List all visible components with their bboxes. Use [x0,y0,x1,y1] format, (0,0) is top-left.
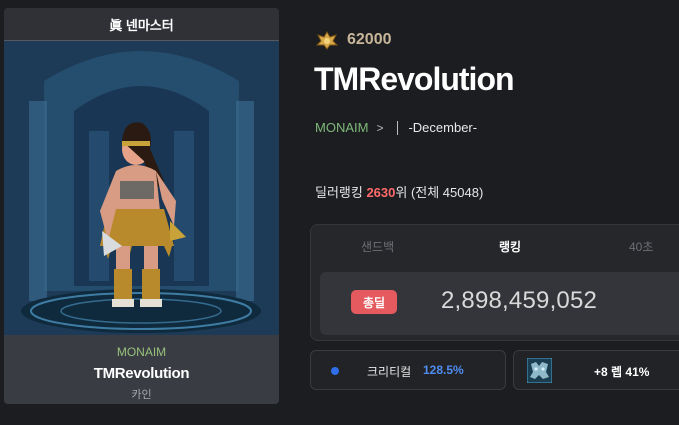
character-card: 眞 넨마스터 MONAIM TMRevolution 카인 [4,8,279,404]
total-damage-value: 2,898,459,052 [441,287,598,314]
item-chip[interactable]: +8 렙 41% [513,350,679,390]
fame-value: 62000 [347,31,392,48]
item-portrait-icon [527,358,552,383]
character-name: TMRevolution [314,61,515,97]
rank-number: 2630 [366,185,396,200]
rank-suffix: 위 (전체 45048) [395,185,484,200]
ranking-tabs: 샌드백 랭킹 40초 [311,225,679,265]
guild-adventure-row: MONAIM > -December- [315,120,477,135]
adventure-name: -December- [408,120,478,135]
tab-ranking[interactable]: 랭킹 [499,238,521,255]
tab-40s[interactable]: 40초 [629,238,653,255]
character-artwork [4,41,279,335]
card-server: 카인 [131,389,152,401]
tab-sandbag[interactable]: 샌드백 [361,238,394,255]
ranking-panel: 샌드백 랭킹 40초 총딜 2,898,459,052 [310,224,679,341]
critical-value: 128.5% [423,363,464,377]
chevron-right-icon[interactable]: > [376,121,383,135]
critical-stat-chip: 크리티컬 128.5% [310,350,506,390]
card-character-name: TMRevolution [93,365,190,382]
divider [397,120,399,135]
character-sprite [4,41,279,335]
item-upgrade-value: +8 렙 41% [594,365,650,379]
total-damage-box: 총딜 2,898,459,052 [320,272,679,335]
critical-label: 크리티컬 [367,365,412,379]
card-header: 眞 넨마스터 [4,8,279,41]
guild-link[interactable]: MONAIM [315,120,368,135]
total-damage-badge: 총딜 [351,290,397,314]
critical-dot-icon [331,367,339,375]
rank-prefix: 딜러랭킹 [315,185,367,200]
fame-crest-icon [315,31,339,50]
card-info: MONAIM TMRevolution 카인 [4,335,279,404]
card-guild: MONAIM [116,345,167,359]
fame-row: 62000 [315,30,392,50]
dealer-ranking: 딜러랭킹 2630위 (전체 45048) [315,182,483,201]
